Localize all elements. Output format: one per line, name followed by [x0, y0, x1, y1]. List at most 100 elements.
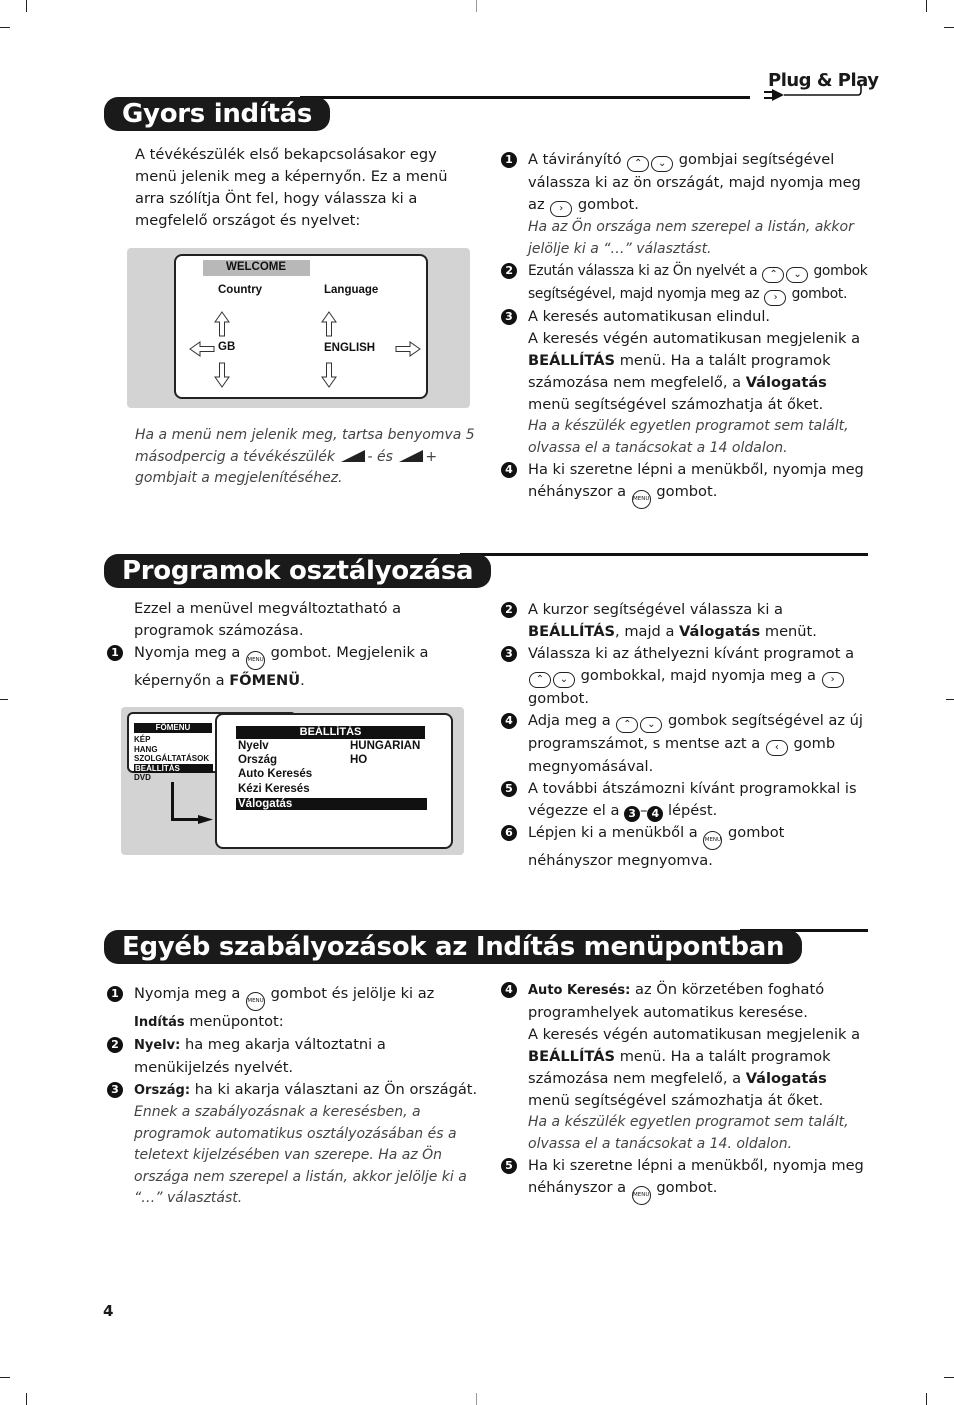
step: 3 Válassza ki az áthelyezni kívánt progr…	[501, 643, 871, 710]
section-title: Egyéb szabályozások az Indítás menüpontb…	[104, 930, 803, 964]
up-key-icon: ⌃	[616, 717, 639, 733]
crop-mark	[0, 1377, 10, 1378]
crop-mark	[26, 0, 27, 12]
step-number: 5	[501, 781, 517, 797]
menu-key-icon: MENU	[246, 651, 266, 670]
step-ref: 4	[647, 806, 664, 822]
up-key-icon: ⌃	[529, 672, 551, 688]
main-menu-item: KÉP	[134, 735, 151, 744]
plug-icon	[764, 86, 862, 101]
other-settings-right-column: 4 Auto Keresés: az Ön körzetében fogható…	[501, 979, 873, 1205]
menu-missing-note: Ha a menü nem jelenik meg, tartsa benyom…	[135, 427, 475, 486]
volume-icon	[399, 449, 424, 462]
step-number: 2	[107, 1037, 123, 1053]
section-title: Gyors indítás	[104, 97, 330, 131]
crop-mark	[926, 1393, 927, 1405]
crop-mark	[476, 1393, 477, 1405]
step-number: 2	[501, 602, 517, 618]
step: 2 Nyelv: ha meg akarja változtatni a men…	[107, 1034, 479, 1079]
sorting-left-column: Ezzel a menüvel megváltoztatható a progr…	[107, 598, 477, 692]
main-menu-item: SZOLGÁLTATÁSOK	[134, 754, 210, 763]
crop-mark	[926, 0, 927, 12]
right-key-icon: ›	[550, 201, 573, 217]
arrow-down-icon	[321, 362, 337, 388]
section-rule	[300, 96, 750, 99]
country-label: Country	[218, 284, 263, 296]
connector-line	[171, 782, 174, 820]
arrow-up-icon	[321, 311, 337, 337]
main-menu-item-selected: BEÁLLÍTÁS	[134, 764, 213, 773]
settings-item-value: HO	[350, 754, 368, 766]
main-menu-title: FŐMENU	[134, 723, 212, 733]
settings-item-selected: Válogatás	[236, 798, 427, 810]
step: 4 Adja meg a ⌃ ⌄ gombok segítségével az ú…	[501, 710, 871, 778]
arrow-up-icon	[214, 311, 230, 337]
steps-quick-start: 1 A távirányító ⌃ ⌄ gombjai segítségével …	[501, 149, 871, 509]
step-number: 1	[107, 986, 123, 1002]
step-number: 4	[501, 982, 517, 998]
step: 2 Ezután válassza ki az Ön nyelvét a ⌃ ⌄ …	[501, 260, 871, 306]
arrow-right-icon	[395, 341, 421, 357]
step-number: 4	[501, 713, 517, 729]
step-number: 4	[501, 462, 517, 478]
crop-mark	[476, 0, 477, 12]
step: 4 Ha ki szeretne lépni a menükből, nyomj…	[501, 459, 871, 509]
right-key-icon: ›	[764, 290, 787, 306]
step-number: 2	[501, 263, 517, 279]
settings-item-label: Ország	[238, 754, 277, 766]
up-key-icon: ⌃	[627, 156, 650, 172]
arrow-left-icon	[189, 341, 215, 357]
settings-item-label: Kézi Keresés	[238, 783, 310, 795]
menu-key-icon: MENU	[631, 490, 651, 509]
main-menu-item: DVD	[134, 773, 151, 782]
volume-icon	[341, 449, 366, 462]
left-key-icon: ‹	[765, 740, 788, 756]
step: 5 Ha ki szeretne lépni a menükből, nyomj…	[501, 1155, 873, 1205]
crop-mark	[946, 699, 954, 700]
step: 3 Ország: ha ki akarja választani az Ön …	[107, 1079, 479, 1210]
step: 5 A további átszámozni kívánt programokk…	[501, 778, 871, 822]
section-rule	[460, 553, 868, 556]
connector-line	[171, 818, 201, 821]
page-number: 4	[103, 1302, 114, 1320]
step-ref: 3	[624, 806, 641, 822]
step: 4 Auto Keresés: az Ön körzetében fogható…	[501, 979, 873, 1155]
settings-item-label: Nyelv	[238, 740, 269, 752]
up-key-icon: ⌃	[762, 267, 785, 283]
step-number: 1	[501, 152, 517, 168]
step: 1 Nyomja meg a MENU gombot. Megjelenik a…	[107, 642, 477, 692]
intro-text: A tévékészülék első bekapcsolásakor egy …	[135, 146, 448, 229]
crop-mark	[944, 1377, 954, 1378]
sorting-right-column: 2 A kurzor segítségével válassza ki a BE…	[501, 599, 871, 872]
crop-mark	[944, 27, 954, 28]
step-number: 3	[501, 646, 517, 662]
welcome-title: WELCOME	[226, 261, 287, 273]
down-key-icon: ⌄	[640, 717, 663, 733]
step: 1 Nyomja meg a MENU gombot és jelölje ki…	[107, 983, 479, 1034]
settings-item-value: HUNGARIAN	[350, 740, 421, 752]
down-key-icon: ⌄	[786, 267, 809, 283]
step-number: 3	[501, 309, 517, 325]
crop-mark	[0, 27, 10, 28]
settings-menu-title: BEÁLLÍTÁS	[236, 726, 425, 739]
step-number: 1	[107, 645, 123, 661]
language-value: ENGLISH	[324, 342, 376, 354]
menu-key-icon: MENU	[246, 992, 266, 1011]
arrow-down-icon	[214, 362, 230, 388]
step: 2 A kurzor segítségével válassza ki a BE…	[501, 599, 871, 643]
menu-key-icon: MENU	[703, 831, 723, 850]
language-label: Language	[324, 284, 379, 296]
settings-item-label: Auto Keresés	[238, 768, 313, 780]
step-number: 3	[107, 1082, 123, 1098]
step-number: 6	[501, 825, 517, 841]
step: 3 A keresés automatikusan elindul. A ker…	[501, 306, 871, 459]
crop-mark	[26, 1393, 27, 1405]
step: 1 A távirányító ⌃ ⌄ gombjai segítségével …	[501, 149, 871, 260]
right-key-icon: ›	[821, 672, 844, 688]
arrow-right-icon	[198, 815, 213, 824]
crop-mark	[0, 699, 8, 700]
step: 6 Lépjen ki a menükből a MENU gombot néh…	[501, 822, 871, 872]
menu-key-icon: MENU	[631, 1186, 651, 1205]
other-settings-left-column: 1 Nyomja meg a MENU gombot és jelölje ki…	[107, 983, 479, 1210]
down-key-icon: ⌄	[553, 672, 575, 688]
